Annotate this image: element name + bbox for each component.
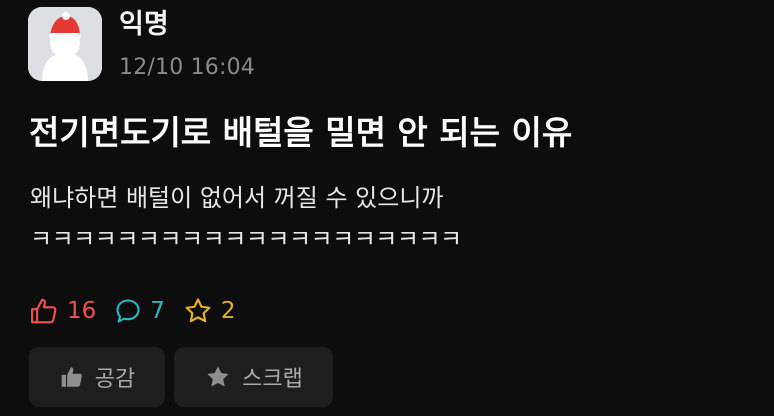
avatar <box>28 7 102 81</box>
like-count-stat: 16 <box>29 295 96 327</box>
author-name: 익명 <box>119 9 169 40</box>
post-card: 익명 12/10 16:04 전기면도기로 배털을 밀면 안 되는 이유 왜냐하… <box>0 0 774 416</box>
comment-count: 7 <box>150 298 165 324</box>
scrap-button-label: 스크랩 <box>242 367 303 392</box>
scrap-button[interactable]: 스크랩 <box>174 347 333 407</box>
star-filled-icon <box>207 366 229 387</box>
thumbs-up-filled-icon <box>61 367 82 387</box>
post-title: 전기면도기로 배털을 밀면 안 되는 이유 <box>29 113 573 152</box>
scrap-count-stat: 2 <box>183 295 236 327</box>
star-outline-icon <box>185 298 211 323</box>
post-body-line: ㅋㅋㅋㅋㅋㅋㅋㅋㅋㅋㅋㅋㅋㅋㅋㅋㅋㅋㅋㅋ <box>30 225 462 253</box>
empathy-button[interactable]: 공감 <box>29 347 165 407</box>
like-count: 16 <box>67 298 97 324</box>
post-timestamp: 12/10 16:04 <box>119 55 255 80</box>
comment-count-stat: 7 <box>114 295 165 327</box>
thumbs-up-outline-icon <box>31 298 57 324</box>
speech-bubble-icon <box>116 299 140 323</box>
empathy-button-label: 공감 <box>94 367 136 392</box>
anonymous-santa-avatar-icon <box>28 7 102 81</box>
post-stats: 16 7 2 <box>29 293 254 329</box>
scrap-count: 2 <box>220 298 236 324</box>
post-body-line: 왜냐하면 배털이 없어서 꺼질 수 있으니까 <box>30 184 444 212</box>
